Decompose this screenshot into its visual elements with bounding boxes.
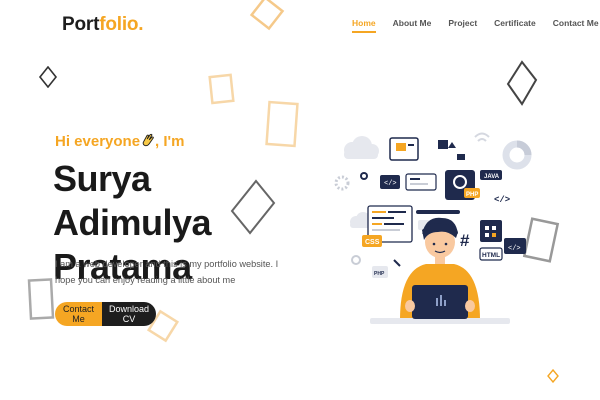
deco-diamond-right bbox=[506, 60, 538, 106]
logo-main-text: Port bbox=[62, 14, 100, 35]
svg-text:PHP: PHP bbox=[466, 192, 478, 198]
gear-icon bbox=[334, 175, 350, 191]
deco-square-left bbox=[27, 278, 55, 320]
code-window bbox=[389, 137, 419, 161]
greeting-prefix: Hi everyone bbox=[55, 133, 141, 150]
cloud-icon bbox=[344, 136, 379, 159]
deco-square-2 bbox=[265, 100, 299, 148]
wifi-icon bbox=[474, 132, 490, 142]
nav-home[interactable]: Home bbox=[352, 18, 376, 33]
download-cv-button[interactable]: Download CV bbox=[102, 302, 156, 326]
greeting-text: Hi everyone , I'm bbox=[55, 133, 184, 150]
deco-diamond-left bbox=[38, 66, 58, 88]
cloud-icon-2 bbox=[350, 212, 370, 228]
logo-accent-text: folio. bbox=[99, 14, 144, 35]
hash-tag: # bbox=[460, 231, 470, 250]
nav-about-me[interactable]: About Me bbox=[393, 18, 432, 33]
main-nav: Home About Me Project Certificate Contac… bbox=[352, 18, 600, 33]
contact-me-button[interactable]: Contact Me bbox=[55, 302, 102, 326]
deco-diamond-top bbox=[249, 0, 285, 31]
svg-text:HTML: HTML bbox=[482, 252, 500, 259]
hero-buttons: Contact Me Download CV bbox=[55, 302, 156, 326]
waving-hand-icon bbox=[142, 133, 154, 147]
svg-text:</>: </> bbox=[384, 180, 397, 188]
nav-project[interactable]: Project bbox=[448, 18, 477, 33]
deco-diamond-small bbox=[547, 369, 559, 383]
svg-text:CSS: CSS bbox=[365, 239, 380, 246]
developer-illustration: </> JAVA PHP </> CSS # HTML </> PHP bbox=[334, 132, 532, 324]
deco-square-1 bbox=[208, 73, 235, 105]
svg-text:</>: </> bbox=[494, 195, 510, 205]
name-line-1: Surya Adimulya bbox=[53, 158, 212, 243]
hero-description: I am a web developer and this is my port… bbox=[55, 259, 279, 285]
svg-text:</>: </> bbox=[508, 245, 521, 253]
nav-certificate[interactable]: Certificate bbox=[494, 18, 536, 33]
site-logo[interactable]: Portfolio. bbox=[62, 14, 144, 36]
svg-text:JAVA: JAVA bbox=[484, 174, 500, 180]
nav-contact-me[interactable]: Contact Me bbox=[553, 18, 599, 33]
svg-text:PHP: PHP bbox=[374, 271, 385, 277]
greeting-suffix: , I'm bbox=[155, 133, 185, 150]
